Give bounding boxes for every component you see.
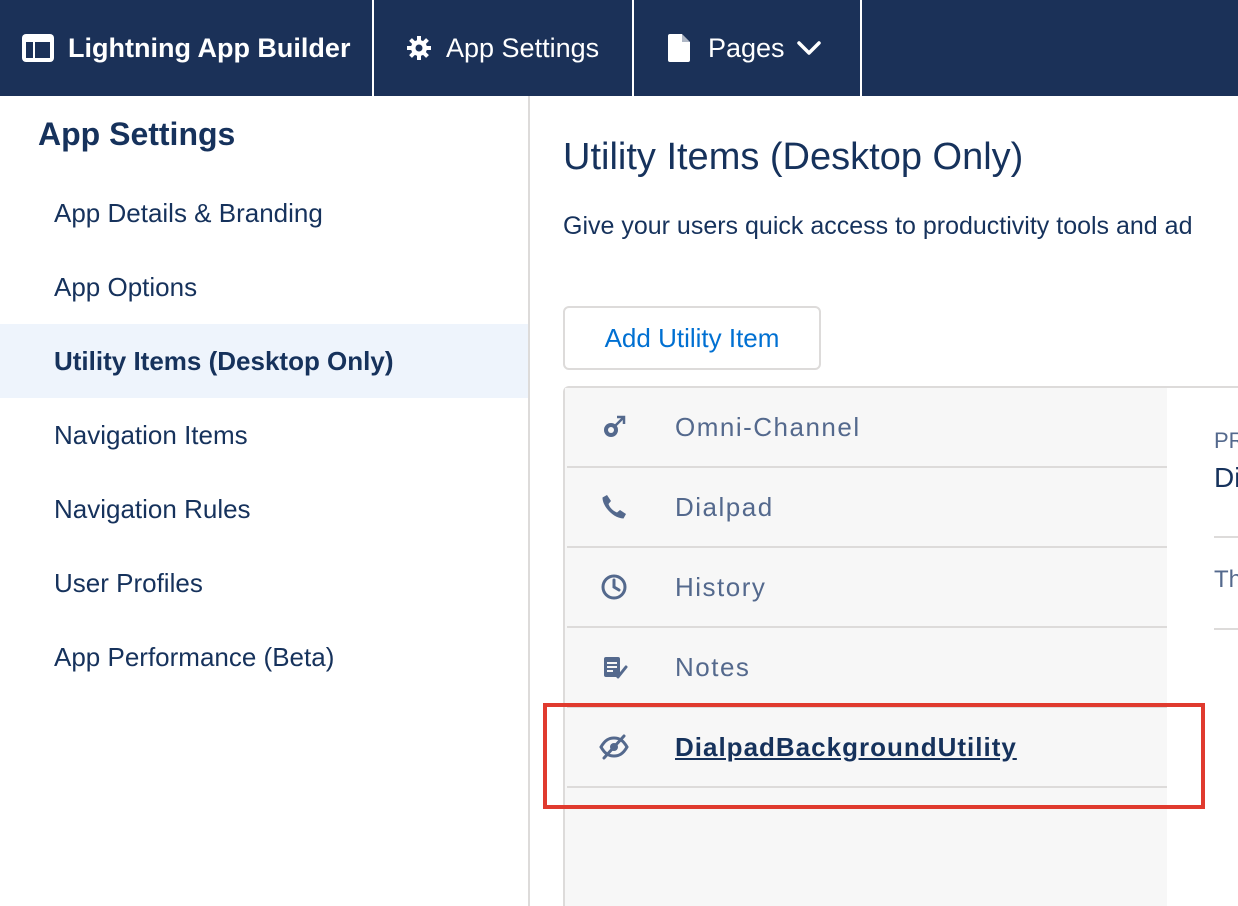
utility-item-label: Dialpad — [675, 491, 774, 522]
clock-icon — [599, 572, 629, 602]
utility-item-label: Omni-Channel — [675, 411, 861, 442]
properties-value: Di — [1214, 462, 1238, 493]
utility-item-label: History — [675, 571, 767, 602]
pages-label: Pages — [708, 32, 785, 63]
page-icon — [668, 34, 690, 62]
sidebar-item-app-performance[interactable]: App Performance (Beta) — [0, 620, 528, 694]
sidebar-item-user-profiles[interactable]: User Profiles — [0, 546, 528, 620]
app-settings-sidebar: App Settings App Details & Branding App … — [0, 96, 530, 906]
app-builder-icon — [22, 34, 54, 62]
utility-items-list: Omni-Channel Dialpad History Notes Dialp… — [565, 388, 1167, 906]
utility-items-panel: Omni-Channel Dialpad History Notes Dialp… — [563, 386, 1238, 906]
properties-label: PR — [1214, 428, 1238, 453]
sidebar-title: App Settings — [38, 116, 236, 152]
app-builder-header: Lightning App Builder App Settings Pages — [0, 0, 1238, 96]
app-settings-label: App Settings — [446, 32, 600, 63]
sidebar-item-navigation-items[interactable]: Navigation Items — [0, 398, 528, 472]
app-settings-tab[interactable]: App Settings — [374, 0, 634, 96]
highlight-box — [543, 703, 1205, 809]
sidebar-item-app-options[interactable]: App Options — [0, 250, 528, 324]
omni-channel-icon — [599, 412, 629, 442]
add-utility-item-button[interactable]: Add Utility Item — [563, 306, 821, 370]
divider — [1214, 536, 1238, 538]
utility-item-notes[interactable]: Notes — [567, 628, 1167, 708]
page-description: Give your users quick access to producti… — [563, 212, 1193, 240]
utility-item-omni-channel[interactable]: Omni-Channel — [567, 388, 1167, 468]
sidebar-item-navigation-rules[interactable]: Navigation Rules — [0, 472, 528, 546]
notes-icon — [599, 652, 629, 682]
sidebar-item-app-details-branding[interactable]: App Details & Branding — [0, 176, 528, 250]
utility-item-history[interactable]: History — [567, 548, 1167, 628]
pages-dropdown[interactable]: Pages — [634, 0, 862, 96]
divider — [1214, 628, 1238, 630]
utility-item-dialpad[interactable]: Dialpad — [567, 468, 1167, 548]
brand-label: Lightning App Builder — [68, 32, 351, 63]
lightning-app-builder-brand[interactable]: Lightning App Builder — [0, 0, 374, 96]
gear-icon — [407, 36, 431, 60]
chevron-down-icon — [796, 41, 821, 55]
properties-text: Th — [1214, 566, 1238, 593]
utility-item-properties-panel: PR Di Th — [1167, 388, 1238, 906]
utility-item-label: Notes — [675, 651, 751, 682]
phone-icon — [599, 492, 629, 522]
page-title: Utility Items (Desktop Only) — [563, 136, 1024, 178]
sidebar-item-utility-items[interactable]: Utility Items (Desktop Only) — [0, 324, 528, 398]
